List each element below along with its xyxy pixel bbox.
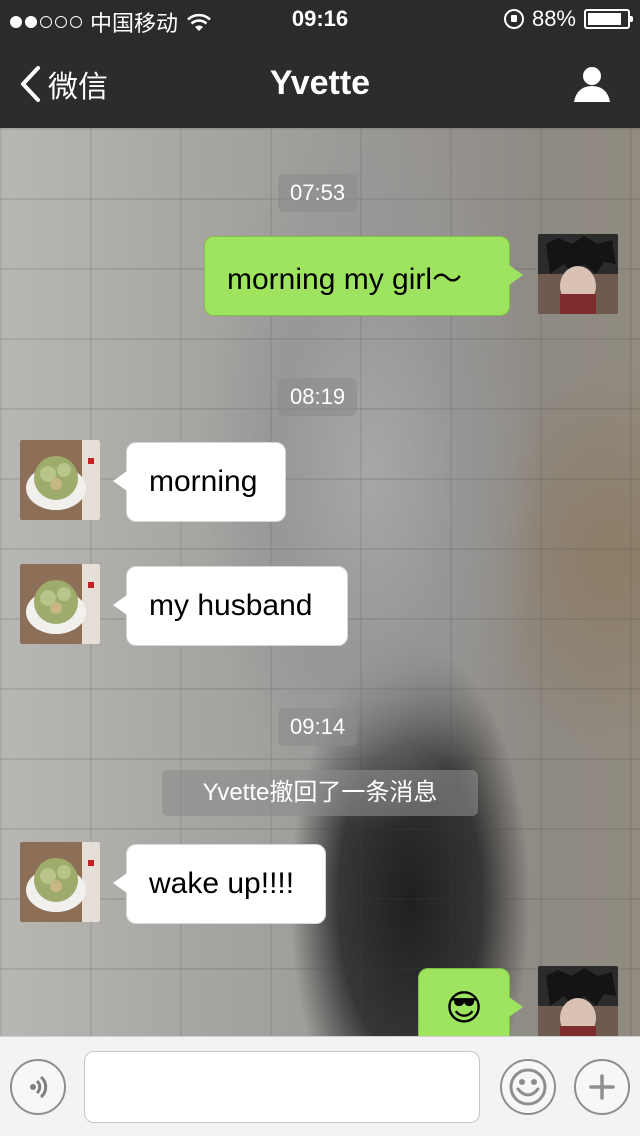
succulent-avatar-image (20, 440, 100, 520)
my-avatar[interactable] (538, 966, 618, 1046)
message-bubble-received[interactable]: morning (113, 442, 286, 522)
succulent-avatar-image (20, 842, 100, 922)
cool-sunglasses-emoji: 😎 (445, 987, 483, 1028)
navigation-bar: 微信 Yvette (0, 40, 640, 128)
voice-button[interactable] (10, 1059, 66, 1115)
user-avatar-image (538, 234, 618, 314)
emoji-icon (509, 1068, 547, 1106)
status-right: 88% (503, 6, 633, 32)
recalled-message-notice: Yvette撤回了一条消息 (162, 770, 478, 816)
message-list[interactable]: 07:53 morning my girl～ 08:19 morning my … (0, 128, 640, 1048)
timestamp: 09:14 (278, 708, 358, 746)
contact-avatar[interactable] (20, 842, 100, 922)
input-toolbar (0, 1036, 640, 1136)
timestamp: 08:19 (278, 378, 358, 416)
user-avatar-image (538, 966, 618, 1046)
contact-avatar[interactable] (20, 564, 100, 644)
plus-icon (589, 1074, 615, 1100)
status-bar: 中国移动 09:16 88% (0, 0, 640, 40)
battery-icon (584, 9, 633, 29)
more-button[interactable] (574, 1059, 630, 1115)
message-bubble-sent[interactable]: morning my girl～ (204, 236, 523, 316)
contact-avatar[interactable] (20, 440, 100, 520)
message-input[interactable] (84, 1051, 480, 1123)
my-avatar[interactable] (538, 234, 618, 314)
lock-rotation-icon (503, 9, 524, 29)
battery-percent: 88% (531, 6, 576, 31)
message-bubble-received[interactable]: wake up!!!! (113, 844, 326, 924)
emoji-button[interactable] (500, 1059, 556, 1115)
message-bubble-received[interactable]: my husband (113, 566, 348, 646)
voice-icon (30, 1075, 48, 1099)
profile-icon[interactable] (572, 64, 612, 104)
timestamp: 07:53 (278, 174, 358, 212)
succulent-avatar-image (20, 564, 100, 644)
chat-title: Yvette (269, 64, 371, 102)
